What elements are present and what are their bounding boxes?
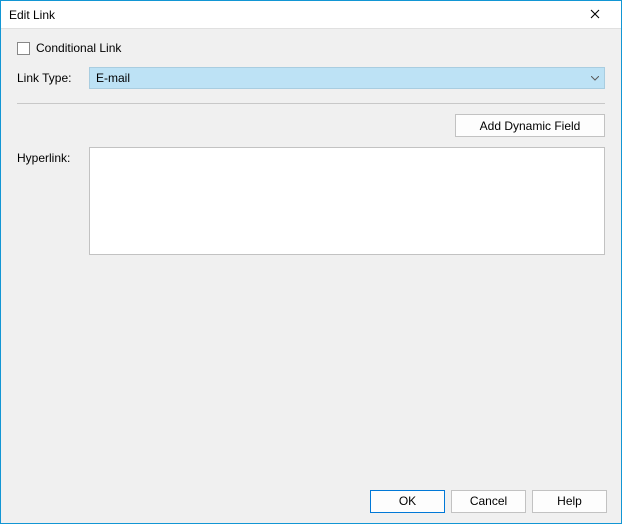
dialog-title: Edit Link: [9, 8, 575, 22]
hyperlink-textarea[interactable]: [89, 147, 605, 255]
ok-button[interactable]: OK: [370, 490, 445, 513]
link-type-select[interactable]: E-mail: [89, 67, 605, 89]
edit-link-dialog: Edit Link Conditional Link Link Type: E-…: [0, 0, 622, 524]
hyperlink-label: Hyperlink:: [17, 147, 89, 165]
chevron-down-icon: [586, 68, 604, 88]
link-type-value: E-mail: [96, 71, 130, 85]
dialog-footer: OK Cancel Help: [1, 479, 621, 523]
link-type-label: Link Type:: [17, 71, 89, 85]
cancel-button[interactable]: Cancel: [451, 490, 526, 513]
hyperlink-row: Hyperlink:: [17, 147, 605, 255]
help-button[interactable]: Help: [532, 490, 607, 513]
dynamic-field-row: Add Dynamic Field: [17, 114, 605, 137]
separator: [17, 103, 605, 104]
close-icon: [590, 8, 600, 22]
conditional-link-row: Conditional Link: [17, 41, 605, 55]
close-button[interactable]: [575, 3, 615, 27]
conditional-link-checkbox[interactable]: [17, 42, 30, 55]
add-dynamic-field-button[interactable]: Add Dynamic Field: [455, 114, 605, 137]
dialog-content: Conditional Link Link Type: E-mail Add D…: [1, 29, 621, 479]
conditional-link-label: Conditional Link: [36, 41, 121, 55]
title-bar: Edit Link: [1, 1, 621, 29]
link-type-row: Link Type: E-mail: [17, 67, 605, 89]
